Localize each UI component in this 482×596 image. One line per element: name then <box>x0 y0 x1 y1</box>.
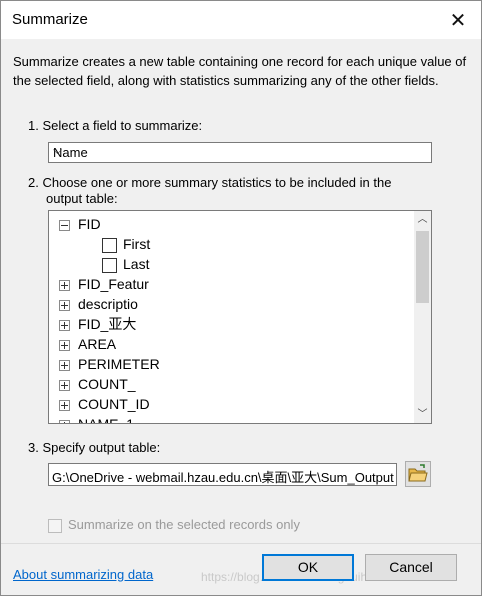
tree-scrollbar[interactable]: ︿ ﹀ <box>414 211 431 423</box>
statistics-tree[interactable]: FID First Last FID_Featur descriptio FID… <box>48 210 432 424</box>
expand-icon[interactable] <box>59 279 70 291</box>
tree-item-area[interactable]: AREA <box>59 334 116 354</box>
dialog-description: Summarize creates a new table containing… <box>13 54 467 88</box>
tree-item-count-id[interactable]: COUNT_ID <box>59 394 150 414</box>
close-icon[interactable]: ✕ <box>435 1 481 39</box>
cancel-button[interactable]: Cancel <box>365 554 457 581</box>
tree-item-fid-featur[interactable]: FID_Featur <box>59 274 149 294</box>
ok-button[interactable]: OK <box>262 554 354 581</box>
tree-item-name-1[interactable]: NAME_1 <box>59 414 134 423</box>
chevron-down-icon[interactable]: ⌵ <box>53 143 427 158</box>
tree-item-first[interactable]: First <box>102 234 150 254</box>
browse-folder-button[interactable] <box>405 461 431 487</box>
expand-icon[interactable] <box>59 359 70 371</box>
title-bar: Summarize ✕ <box>1 1 481 39</box>
step2-label-line2: output table: <box>46 191 118 206</box>
selected-records-checkbox <box>48 518 62 533</box>
expand-icon[interactable] <box>59 319 70 331</box>
tree-item-fid[interactable]: FID <box>59 214 101 234</box>
scroll-thumb[interactable] <box>416 231 429 303</box>
tree-item-last[interactable]: Last <box>102 254 149 274</box>
summarize-dialog: Summarize ✕ Summarize creates a new tabl… <box>0 0 482 596</box>
tree-item-descriptio[interactable]: descriptio <box>59 294 138 314</box>
expand-icon[interactable] <box>59 379 70 391</box>
selected-records-label: Summarize on the selected records only <box>68 517 300 532</box>
footer-divider <box>1 543 481 544</box>
dialog-title: Summarize <box>12 11 88 28</box>
expand-icon[interactable] <box>59 299 70 311</box>
tree-item-fid-yada[interactable]: FID_亚大 <box>59 314 136 334</box>
step1-label: 1. Select a field to summarize: <box>28 118 203 133</box>
step2-label-line1: 2. Choose one or more summary statistics… <box>28 175 392 190</box>
output-table-field[interactable]: G:\OneDrive - webmail.hzau.edu.cn\桌面\亚大\… <box>48 463 397 486</box>
scroll-down-icon[interactable]: ﹀ <box>414 406 431 423</box>
last-checkbox[interactable] <box>102 257 117 273</box>
expand-icon[interactable] <box>59 419 70 423</box>
tree-item-count[interactable]: COUNT_ <box>59 374 136 394</box>
output-table-path: G:\OneDrive - webmail.hzau.edu.cn\桌面\亚大\… <box>52 470 394 485</box>
selected-records-option: Summarize on the selected records only <box>48 517 300 533</box>
expand-icon[interactable] <box>59 399 70 411</box>
expand-icon[interactable] <box>59 339 70 351</box>
step3-label: 3. Specify output table: <box>28 440 161 455</box>
collapse-icon[interactable] <box>59 219 70 231</box>
first-checkbox[interactable] <box>102 237 117 253</box>
open-folder-icon <box>408 464 428 482</box>
summarize-field-combobox[interactable]: Name ⌵ <box>48 142 432 163</box>
tree-item-perimeter[interactable]: PERIMETER <box>59 354 160 374</box>
scroll-up-icon[interactable]: ︿ <box>414 211 431 228</box>
about-summarizing-link[interactable]: About summarizing data <box>13 567 153 582</box>
